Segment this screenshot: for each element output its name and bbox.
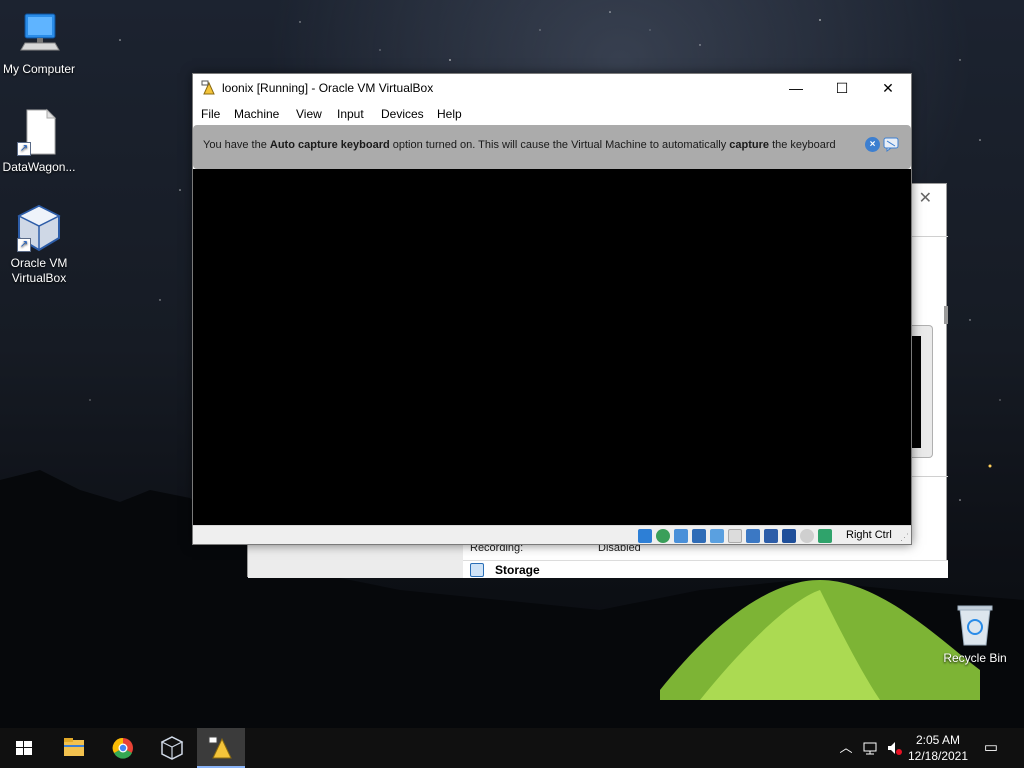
optical-drive-icon[interactable]	[656, 529, 670, 543]
window-title: loonix [Running] - Oracle VM VirtualBox	[222, 81, 434, 95]
status-bar: Right Ctrl ⋰	[193, 525, 911, 544]
virtualbox-icon: ↗	[15, 204, 63, 252]
menu-file[interactable]: File	[201, 107, 220, 121]
system-clock[interactable]: 2:05 AM 12/18/2021	[906, 732, 970, 764]
notification-icon[interactable]: ▭	[983, 740, 999, 756]
video-capture-icon[interactable]	[764, 529, 778, 543]
preview-screen	[911, 336, 921, 448]
host-key-label: Right Ctrl	[846, 529, 892, 541]
close-button[interactable]: ✕	[865, 74, 911, 103]
recycle-bin-icon	[955, 603, 995, 647]
computer-icon	[15, 10, 63, 58]
desktop-icon-my-computer[interactable]: My Computer	[0, 10, 78, 77]
maximize-button[interactable]: ☐	[819, 74, 865, 103]
menu-machine[interactable]: Machine	[234, 107, 279, 121]
chrome-icon	[112, 737, 133, 759]
notice-message: You have the Auto capture keyboard optio…	[203, 139, 836, 151]
taskbar-file-explorer[interactable]	[50, 728, 98, 768]
shortcut-arrow-icon: ↗	[17, 142, 31, 156]
close-icon[interactable]: ✕	[919, 188, 932, 208]
host-key-icon[interactable]	[818, 529, 832, 543]
minimize-button[interactable]: —	[773, 74, 819, 103]
desktop-icon-virtualbox[interactable]: ↗ Oracle VM VirtualBox	[0, 204, 78, 286]
desktop-icon-label: My Computer	[2, 62, 76, 76]
hard-disk-icon[interactable]	[638, 529, 652, 543]
taskbar-chrome[interactable]	[99, 728, 147, 768]
shortcut-arrow-icon: ↗	[17, 238, 31, 252]
volume-muted-icon[interactable]	[886, 740, 902, 756]
usb-icon[interactable]	[710, 529, 724, 543]
menu-help[interactable]: Help	[437, 107, 462, 121]
vm-display[interactable]	[193, 169, 911, 525]
close-circle-icon[interactable]: ×	[865, 137, 880, 152]
clock-date: 12/18/2021	[907, 749, 969, 763]
mouse-integration-icon[interactable]	[800, 529, 814, 543]
cpu-icon[interactable]	[782, 529, 796, 543]
dismiss-bubble-icon[interactable]	[883, 137, 899, 152]
menu-view[interactable]: View	[296, 107, 322, 121]
desktop-icon-label: DataWagon...	[2, 160, 76, 174]
network-icon[interactable]	[692, 529, 706, 543]
display-icon[interactable]	[746, 529, 760, 543]
clock-time: 2:05 AM	[915, 733, 961, 747]
start-button[interactable]	[0, 728, 48, 768]
desktop-icon-recycle-bin[interactable]: Recycle Bin	[940, 603, 1010, 665]
vm-window[interactable]: loonix [Running] - Oracle VM VirtualBox …	[192, 73, 912, 545]
virtualbox-vm-icon	[208, 736, 232, 759]
preview-panel	[911, 325, 933, 458]
title-bar[interactable]: loonix [Running] - Oracle VM VirtualBox …	[193, 74, 911, 103]
divider	[911, 476, 948, 477]
scrollbar-thumb[interactable]	[944, 306, 948, 324]
desktop-icon-label: Oracle VM VirtualBox	[10, 256, 68, 285]
recycle-bin-label: Recycle Bin	[943, 651, 1007, 665]
start-icon	[16, 741, 32, 755]
network-icon[interactable]	[862, 740, 878, 756]
chevron-up-icon[interactable]: ︿	[838, 740, 854, 756]
menu-input[interactable]: Input	[337, 107, 364, 121]
auto-capture-notice: You have the Auto capture keyboard optio…	[193, 125, 911, 169]
virtualbox-vm-icon	[201, 80, 217, 96]
document-icon: ↗	[15, 108, 63, 156]
desktop-icon-datawagon[interactable]: ↗ DataWagon...	[0, 108, 78, 175]
taskbar-vm-window[interactable]	[197, 728, 245, 768]
virtualbox-icon	[160, 736, 184, 760]
storage-label: Storage	[495, 563, 540, 577]
storage-section-header[interactable]: Storage	[463, 560, 948, 578]
storage-icon	[470, 563, 484, 577]
menu-devices[interactable]: Devices	[381, 107, 424, 121]
shared-folders-icon[interactable]	[728, 529, 742, 543]
audio-icon[interactable]	[674, 529, 688, 543]
resize-grip[interactable]: ⋰	[900, 532, 909, 543]
taskbar-virtualbox-manager[interactable]	[148, 728, 196, 768]
menu-bar: File Machine View Input Devices Help	[193, 103, 911, 125]
file-explorer-icon	[64, 738, 84, 756]
taskbar: ︿ 2:05 AM 12/18/2021 ▭	[0, 728, 1024, 768]
divider	[911, 236, 948, 237]
